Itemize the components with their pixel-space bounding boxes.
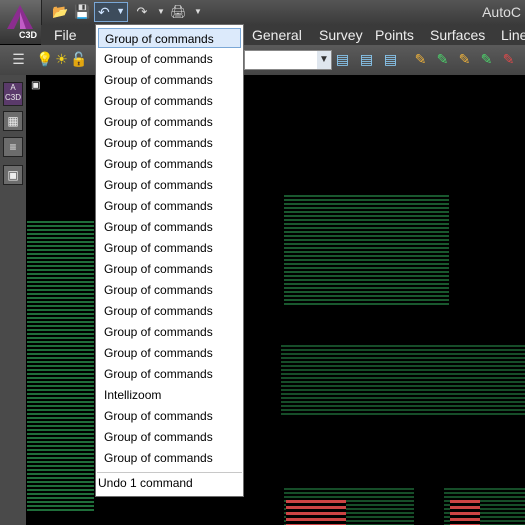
- ucs-icon: ▣: [31, 80, 41, 91]
- undo-list-item[interactable]: Group of commands: [98, 301, 241, 321]
- app-title: AutoC: [482, 4, 521, 20]
- layers-toolbar: ☰ 💡 ☀ 🔓 ▼ ▤ ▤ ▤ ✎ ✎ ✎ ✎ ✎: [0, 45, 525, 76]
- drawing-red-swatches-1: [286, 500, 346, 525]
- drawing-table-left: [27, 221, 94, 511]
- undo-list-item[interactable]: Group of commands: [98, 364, 241, 384]
- undo-list-item[interactable]: Group of commands: [98, 343, 241, 363]
- lock-icon[interactable]: 🔓: [70, 51, 87, 68]
- layers-icon[interactable]: ≡: [3, 137, 23, 157]
- sun-icon[interactable]: ☀: [53, 51, 70, 68]
- menu-general[interactable]: General: [252, 27, 302, 43]
- undo-list-item[interactable]: Group of commands: [98, 406, 241, 426]
- menu-surfaces[interactable]: Surfaces: [430, 27, 485, 43]
- undo-list-item[interactable]: Group of commands: [98, 133, 241, 153]
- undo-list-item[interactable]: Group of commands: [98, 427, 241, 447]
- redo-dropdown-arrow[interactable]: ▼: [153, 5, 169, 19]
- layer-dropdown[interactable]: ▼: [244, 50, 332, 70]
- properties-icon[interactable]: ▦: [3, 111, 23, 131]
- left-toolbar: A C3D ▦ ≡ ▣: [0, 75, 26, 525]
- undo-list-item[interactable]: Group of commands: [98, 217, 241, 237]
- undo-icon: ↶: [98, 4, 110, 20]
- app-badge: C3D: [19, 30, 38, 40]
- layer-stack-icon[interactable]: ▤: [334, 51, 351, 68]
- undo-list-item[interactable]: Group of commands: [98, 154, 241, 174]
- title-bar: 📂 💾 ↶ ▼ ↷ ▼ 🖨 ▼ AutoC: [0, 0, 525, 25]
- open-icon[interactable]: 📂: [52, 5, 68, 19]
- menu-file[interactable]: File: [54, 27, 77, 43]
- undo-list-item[interactable]: Group of commands: [98, 91, 241, 111]
- layer-previous-icon[interactable]: ▤: [382, 51, 399, 68]
- layer-off-icon[interactable]: ✎: [412, 51, 429, 68]
- undo-list-item[interactable]: Group of commands: [98, 49, 241, 69]
- layer-properties-icon[interactable]: ☰: [10, 51, 27, 68]
- layer-freeze-icon[interactable]: ✎: [456, 51, 473, 68]
- menu-lines[interactable]: Line: [501, 27, 525, 43]
- undo-list-item[interactable]: Intellizoom: [98, 385, 241, 405]
- drawing-legend-civil-1: [281, 345, 411, 415]
- undo-list-item[interactable]: Group of commands: [98, 70, 241, 90]
- layer-isolate-icon[interactable]: ✎: [434, 51, 451, 68]
- drawing-general-notes: [284, 195, 449, 305]
- dropdown-separator: [97, 472, 242, 473]
- civil3d-badge-icon[interactable]: A C3D: [3, 82, 23, 106]
- undo-list-item[interactable]: Group of commands: [98, 112, 241, 132]
- lightbulb-icon[interactable]: 💡: [36, 51, 53, 68]
- tool-palette-icon[interactable]: ▣: [3, 165, 23, 185]
- drawing-red-swatches-2: [450, 500, 480, 525]
- drawing-legend-civil-2: [411, 345, 525, 415]
- menu-points[interactable]: Points: [375, 27, 414, 43]
- undo-list-item[interactable]: Group of commands: [98, 322, 241, 342]
- undo-list-item[interactable]: Group of commands: [98, 28, 241, 48]
- layer-unlock-icon[interactable]: ✎: [500, 51, 517, 68]
- undo-dropdown-arrow[interactable]: ▼: [116, 6, 125, 16]
- undo-list-item[interactable]: Group of commands: [98, 448, 241, 468]
- layer-match-icon[interactable]: ▤: [358, 51, 375, 68]
- plot-icon[interactable]: 🖨: [170, 5, 187, 19]
- layer-lock-icon[interactable]: ✎: [478, 51, 495, 68]
- undo-count-label: Undo 1 command: [98, 476, 193, 490]
- undo-button[interactable]: ↶ ▼: [94, 2, 128, 22]
- undo-history-dropdown: Group of commands Group of commands Grou…: [95, 24, 244, 497]
- menu-survey[interactable]: Survey: [319, 27, 363, 43]
- chevron-down-icon: ▼: [317, 51, 331, 69]
- undo-list-item[interactable]: Group of commands: [98, 238, 241, 258]
- undo-list-item[interactable]: Group of commands: [98, 259, 241, 279]
- civil3d-logo-icon: [7, 5, 33, 29]
- save-icon[interactable]: 💾: [74, 5, 90, 19]
- undo-list-item[interactable]: Group of commands: [98, 196, 241, 216]
- application-menu-button[interactable]: C3D: [0, 0, 42, 44]
- qat-customize-arrow[interactable]: ▼: [190, 5, 206, 19]
- undo-list-item[interactable]: Group of commands: [98, 175, 241, 195]
- redo-icon[interactable]: ↷: [134, 5, 150, 19]
- undo-list-item[interactable]: Group of commands: [98, 280, 241, 300]
